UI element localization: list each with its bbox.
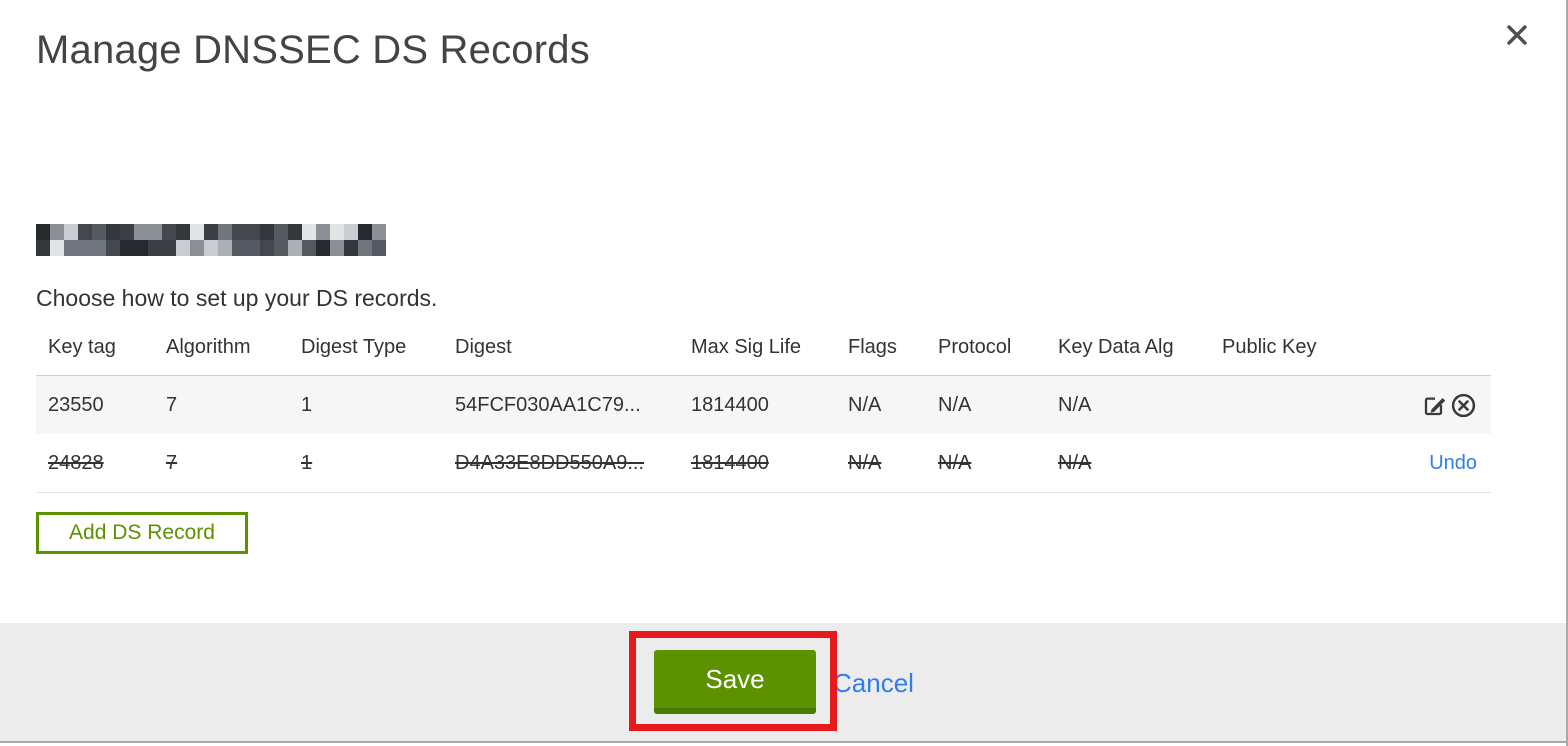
row-actions xyxy=(1399,392,1491,419)
delete-record-icon[interactable] xyxy=(1450,392,1477,419)
edit-record-icon[interactable] xyxy=(1421,392,1448,419)
cell-digest: D4A33E8DD550A9... xyxy=(455,451,645,474)
header-max-sig-life: Max Sig Life xyxy=(691,336,802,358)
table-row-deleted: 24828 7 1 D4A33E8DD550A9... 1814400 N/A … xyxy=(36,434,1491,493)
cell-max-sig-life: 1814400 xyxy=(691,451,769,474)
cell-max-sig-life: 1814400 xyxy=(691,393,769,416)
cell-flags: N/A xyxy=(848,393,882,416)
cell-algorithm: 7 xyxy=(166,393,178,416)
header-digest-type: Digest Type xyxy=(301,336,407,358)
cell-digest-type: 1 xyxy=(301,451,313,474)
cell-algorithm: 7 xyxy=(166,451,178,474)
cell-key-tag: 24828 xyxy=(48,451,104,474)
close-icon xyxy=(1504,22,1530,53)
manage-dnssec-modal: Manage DNSSEC DS Records Choose how to s… xyxy=(0,0,1568,746)
table-header-row: Key tag Algorithm Digest Type Digest Max… xyxy=(36,330,1491,375)
header-key-data-alg: Key Data Alg xyxy=(1058,336,1174,358)
header-flags: Flags xyxy=(848,336,897,358)
cancel-link[interactable]: Cancel xyxy=(833,668,914,699)
intro-text: Choose how to set up your DS records. xyxy=(36,285,438,311)
cell-protocol: N/A xyxy=(938,451,972,474)
page-title: Manage DNSSEC DS Records xyxy=(36,28,590,72)
close-button[interactable] xyxy=(1502,22,1532,52)
cell-key-data-alg: N/A xyxy=(1058,393,1092,416)
add-ds-record-button[interactable]: Add DS Record xyxy=(36,512,248,554)
table-row: 23550 7 1 54FCF030AA1C79... 1814400 N/A … xyxy=(36,375,1491,434)
header-algorithm: Algorithm xyxy=(166,336,251,358)
ds-records-table: Key tag Algorithm Digest Type Digest Max… xyxy=(36,330,1491,493)
undo-link[interactable]: Undo xyxy=(1429,452,1477,474)
cell-digest-type: 1 xyxy=(301,393,313,416)
header-digest: Digest xyxy=(455,336,512,358)
redacted-domain-name xyxy=(36,224,386,256)
cell-flags: N/A xyxy=(848,451,882,474)
row-actions: Undo xyxy=(1399,452,1491,475)
cell-key-data-alg: N/A xyxy=(1058,451,1092,474)
header-public-key: Public Key xyxy=(1222,336,1317,358)
header-actions xyxy=(1399,336,1491,359)
header-key-tag: Key tag xyxy=(48,336,116,358)
cell-protocol: N/A xyxy=(938,393,972,416)
cell-key-tag: 23550 xyxy=(48,393,104,416)
save-button[interactable]: Save xyxy=(654,650,816,714)
cell-digest: 54FCF030AA1C79... xyxy=(455,393,641,416)
header-protocol: Protocol xyxy=(938,336,1012,358)
